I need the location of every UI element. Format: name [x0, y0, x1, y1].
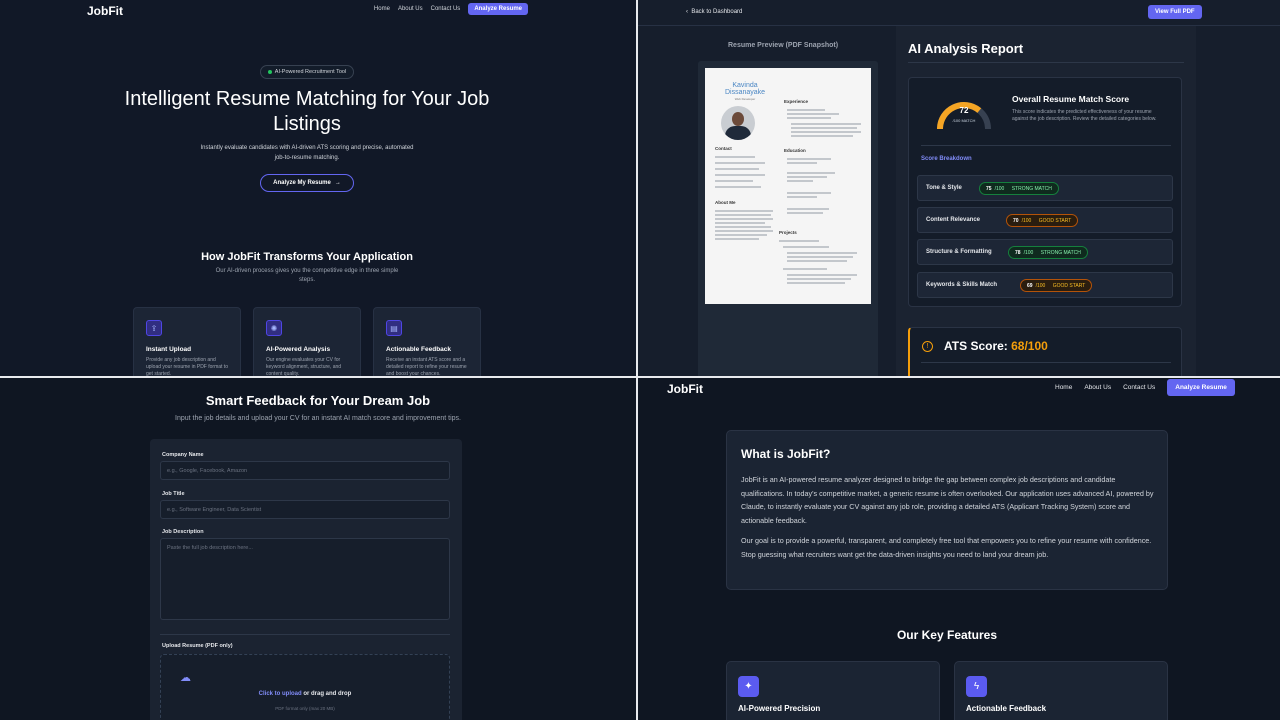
- score-label: Content Relevance: [926, 217, 981, 223]
- resume-heading: About Me: [715, 200, 736, 205]
- resume-heading: Projects: [779, 230, 797, 235]
- hero-title: Intelligent Resume Matching for Your Job…: [124, 88, 490, 135]
- feature-card: ✺ AI-Powered Analysis Our engine evaluat…: [253, 307, 361, 376]
- resume-role: Web Developer: [734, 97, 756, 101]
- upload-form-panel: Smart Feedback for Your Dream Job Input …: [0, 378, 636, 720]
- resume-heading: Experience: [784, 99, 809, 104]
- job-description-textarea[interactable]: Paste the full job description here...: [160, 538, 450, 620]
- analyze-resume-button[interactable]: Analyze Resume: [1167, 379, 1235, 396]
- ats-score-value: 68/100: [1011, 339, 1048, 353]
- screenshot-collage: JobFit Home About Us Contact Us Analyze …: [0, 0, 1280, 720]
- company-name-label: Company Name: [162, 452, 204, 458]
- resume-page[interactable]: Kavinda Dissanayake Web Developer Experi…: [705, 68, 871, 304]
- dropzone-text: Click to upload or drag and drop: [258, 691, 352, 697]
- key-features-title: Our Key Features: [896, 628, 998, 642]
- feature-title: AI-Powered Analysis: [266, 346, 331, 353]
- document-icon: ▤: [386, 320, 402, 336]
- key-feature-card: ✦ AI-Powered Precision: [726, 661, 940, 720]
- feature-card: ▤ Actionable Feedback Receive an instant…: [373, 307, 481, 376]
- logo[interactable]: JobFit: [87, 4, 123, 18]
- analyze-my-resume-button[interactable]: Analyze My Resume →: [260, 174, 354, 192]
- report-panel: ‹ Back to Dashboard View Full PDF Resume…: [638, 0, 1280, 376]
- nav-links: Home About Us Contact Us Analyze Resume: [374, 3, 528, 15]
- key-feature-card: ϟ Actionable Feedback: [954, 661, 1168, 720]
- resume-heading: Education: [784, 148, 806, 153]
- nav-about[interactable]: About Us: [398, 6, 423, 12]
- score-row[interactable]: Structure & Formatting 78/100 STRONG MAT…: [917, 239, 1173, 265]
- dropzone-hint: PDF format only (max 20 MB): [275, 706, 335, 711]
- nav-contact[interactable]: Contact Us: [431, 6, 461, 12]
- job-title-label: Job Title: [162, 491, 185, 497]
- nav-home[interactable]: Home: [1055, 384, 1072, 391]
- gauge-subtitle: /100 MATCH: [952, 118, 976, 123]
- lightning-icon: ϟ: [966, 676, 987, 697]
- feature-title: Instant Upload: [146, 346, 192, 353]
- score-breakdown-title: Score Breakdown: [921, 156, 972, 162]
- score-badge: 78/100 STRONG MATCH: [1008, 246, 1088, 259]
- alert-icon: !: [922, 341, 933, 352]
- landing-panel: JobFit Home About Us Contact Us Analyze …: [0, 0, 636, 376]
- resume-name: Kavinda Dissanayake: [724, 82, 766, 96]
- company-name-input[interactable]: e.g., Google, Facebook, Amazon: [160, 461, 450, 480]
- feature-desc: Provide any job description and upload y…: [146, 357, 228, 376]
- cloud-upload-icon: ☁: [180, 672, 191, 684]
- back-label: Back to Dashboard: [691, 9, 743, 15]
- hero-button-label: Analyze My Resume: [273, 180, 331, 186]
- goal-paragraph: Our goal is to provide a powerful, trans…: [741, 536, 1152, 559]
- job-description-label: Job Description: [162, 529, 204, 535]
- score-badge: 69/100 GOOD START: [1020, 279, 1093, 292]
- about-panel: JobFit Home About Us Contact Us Analyze …: [638, 378, 1280, 720]
- logo[interactable]: JobFit: [667, 382, 703, 396]
- score-badge: 75/100 STRONG MATCH: [979, 182, 1059, 195]
- form-title: Smart Feedback for Your Dream Job: [205, 393, 431, 408]
- preview-label: Resume Preview (PDF Snapshot): [728, 42, 839, 49]
- section-title: How JobFit Transforms Your Application: [201, 251, 413, 263]
- back-to-dashboard-link[interactable]: ‹ Back to Dashboard: [686, 9, 742, 15]
- score-label: Structure & Formatting: [926, 249, 992, 255]
- score-badge: 70/100 GOOD START: [1006, 214, 1079, 227]
- resume-heading: Contact: [715, 146, 732, 151]
- score-row[interactable]: Keywords & Skills Match 69/100 GOOD STAR…: [917, 272, 1173, 298]
- arrow-right-icon: →: [334, 180, 341, 186]
- profile-photo: [721, 106, 755, 140]
- score-label: Keywords & Skills Match: [926, 282, 998, 288]
- section-subtitle: Our AI-driven process gives you the comp…: [215, 268, 399, 283]
- feature-title: Actionable Feedback: [386, 346, 452, 353]
- score-label: Tone & Style: [926, 185, 962, 191]
- feature-desc: Our engine evaluates your CV for keyword…: [266, 357, 342, 376]
- gauge-value: 72: [959, 106, 969, 115]
- status-dot-icon: [267, 70, 272, 74]
- upload-icon: ⇪: [146, 320, 162, 336]
- job-title-input[interactable]: e.g., Software Engineer, Data Scientist: [160, 500, 450, 519]
- analyze-resume-button[interactable]: Analyze Resume: [468, 3, 528, 15]
- nav-home[interactable]: Home: [374, 6, 390, 12]
- ats-score-title: ATS Score: 68/100: [944, 339, 1048, 353]
- nav-contact[interactable]: Contact Us: [1123, 384, 1155, 391]
- key-feature-title: Actionable Feedback: [966, 704, 1047, 713]
- resume-preview: Kavinda Dissanayake Web Developer Experi…: [698, 61, 878, 376]
- what-is-paragraph: JobFit is an AI-powered resume analyzer …: [741, 475, 1154, 525]
- feature-desc: Receive an instant ATS score and a detai…: [386, 357, 467, 376]
- hero-subtitle: Instantly evaluate candidates with AI-dr…: [200, 145, 414, 161]
- score-row[interactable]: Tone & Style 75/100 STRONG MATCH: [917, 175, 1173, 201]
- upload-resume-label: Upload Resume (PDF only): [162, 643, 233, 649]
- overall-score-desc: This score indicates the predicted effec…: [1012, 109, 1157, 122]
- view-full-pdf-button[interactable]: View Full PDF: [1148, 5, 1202, 19]
- badge-label: AI-Powered Recruitment Tool: [274, 69, 347, 75]
- nav-about[interactable]: About Us: [1084, 384, 1111, 391]
- top-nav: JobFit Home About Us Contact Us Analyze …: [0, 0, 636, 22]
- nav-links: Home About Us Contact Us Analyze Resume: [1055, 379, 1235, 396]
- overall-score-title: Overall Resume Match Score: [1012, 94, 1130, 104]
- click-to-upload-link[interactable]: Click to upload: [259, 691, 302, 697]
- report-title: AI Analysis Report: [908, 41, 1024, 56]
- ai-badge: AI-Powered Recruitment Tool: [260, 65, 354, 79]
- what-is-title: What is JobFit?: [741, 447, 831, 461]
- feature-card: ⇪ Instant Upload Provide any job descrip…: [133, 307, 241, 376]
- sparkle-icon: ✦: [738, 676, 759, 697]
- form-subtitle: Input the job details and upload your CV…: [175, 415, 461, 422]
- chevron-left-icon: ‹: [686, 9, 688, 15]
- score-row[interactable]: Content Relevance 70/100 GOOD START: [917, 207, 1173, 233]
- key-feature-title: AI-Powered Precision: [738, 704, 821, 713]
- brain-icon: ✺: [266, 320, 282, 336]
